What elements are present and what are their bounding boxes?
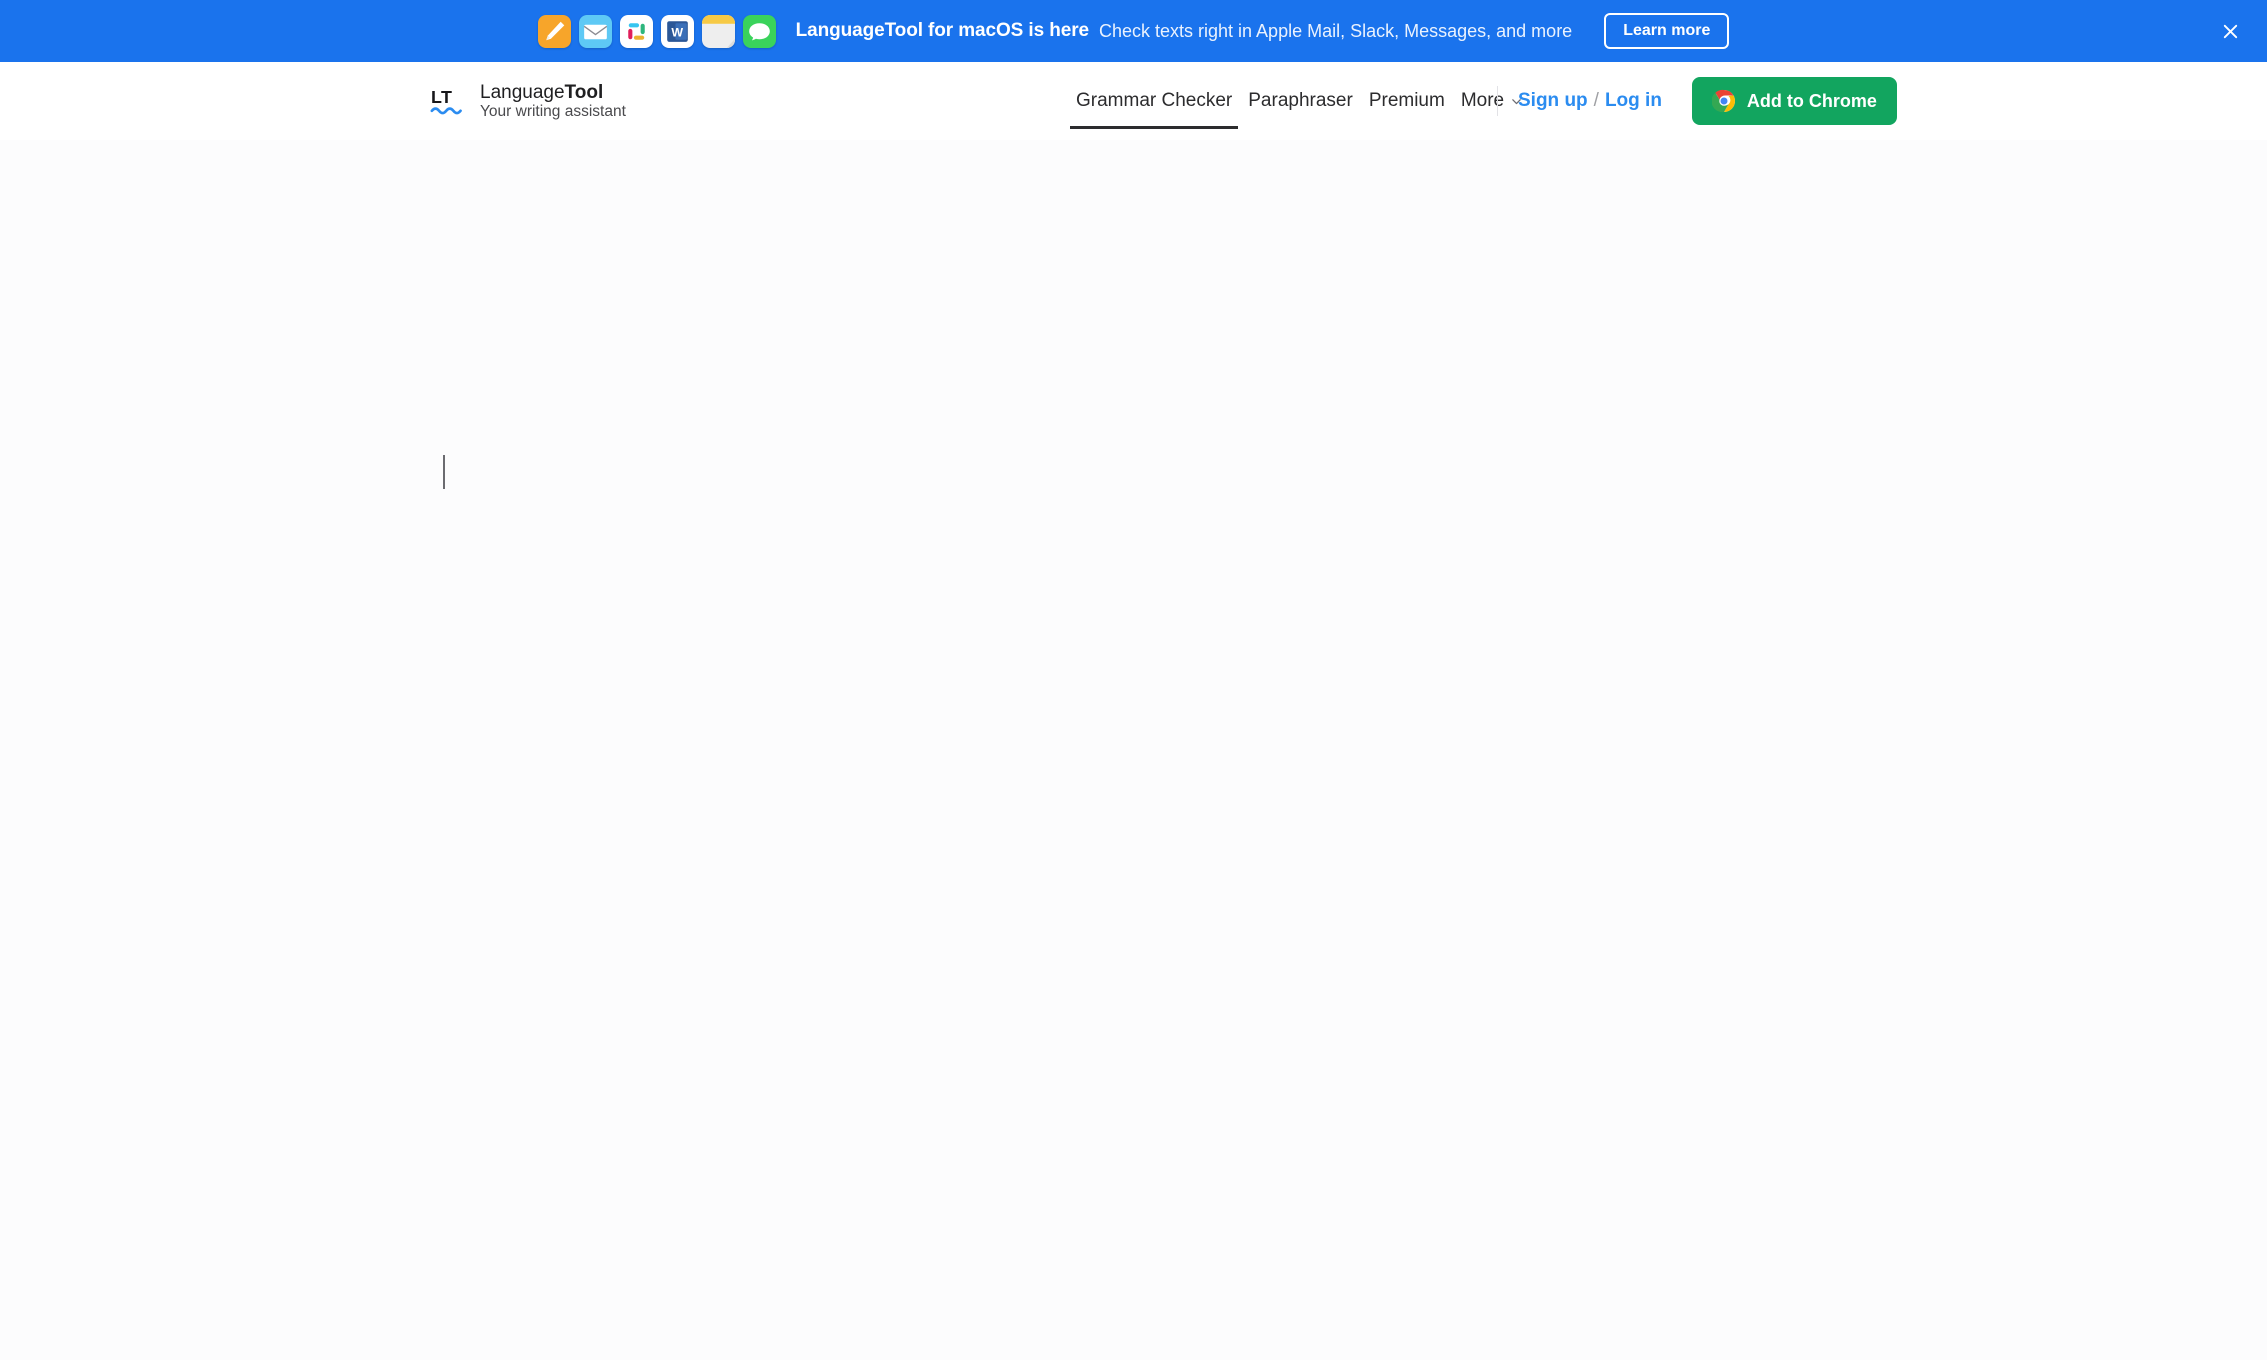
auth-separator: /: [1593, 90, 1599, 111]
learn-more-button[interactable]: Learn more: [1604, 13, 1730, 49]
slack-icon: [619, 14, 653, 48]
brand-name: LanguageTool: [480, 82, 626, 103]
apple-messages-icon: [742, 14, 776, 48]
svg-text:W: W: [671, 25, 683, 39]
auth-area: Sign up / Log in Add to Chrome: [1497, 62, 1897, 140]
main-navigation: Grammar Checker Paraphraser Premium More: [1068, 62, 1528, 140]
svg-text:LT: LT: [431, 87, 452, 107]
brand-tagline: Your writing assistant: [480, 102, 626, 120]
text-caret: [443, 455, 445, 489]
brand-name-bold: Tool: [564, 81, 604, 103]
brand-name-light: Language: [480, 81, 565, 103]
brand-text: LanguageTool Your writing assistant: [480, 82, 626, 121]
apple-notes-icon: [537, 14, 571, 48]
apple-mail-icon: [578, 14, 612, 48]
promo-banner: W LanguageTool for macOS is here Check t…: [0, 0, 2267, 62]
microsoft-word-icon: W: [660, 14, 694, 48]
promo-app-icon-list: W: [537, 14, 776, 48]
chrome-icon: [1711, 89, 1735, 113]
close-icon: [2223, 24, 2237, 38]
nav-item-premium[interactable]: Premium: [1361, 78, 1453, 124]
sign-up-link[interactable]: Sign up: [1518, 90, 1588, 112]
lt-logo-icon: LT: [430, 87, 462, 115]
nav-item-grammar-checker[interactable]: Grammar Checker: [1068, 78, 1240, 129]
stickies-icon: [701, 14, 735, 48]
site-header: LT LanguageTool Your writing assistant G…: [0, 62, 2267, 140]
nav-item-paraphraser[interactable]: Paraphraser: [1240, 78, 1361, 124]
promo-title: LanguageTool for macOS is here: [795, 20, 1089, 41]
banner-close-button[interactable]: [2215, 16, 2245, 46]
promo-banner-content: W LanguageTool for macOS is here Check t…: [537, 13, 1730, 49]
text-editor[interactable]: [0, 140, 2267, 1360]
log-in-link[interactable]: Log in: [1605, 90, 1662, 112]
header-divider: [1497, 86, 1498, 116]
promo-subtitle: Check texts right in Apple Mail, Slack, …: [1098, 20, 1573, 41]
add-to-chrome-label: Add to Chrome: [1746, 90, 1877, 111]
add-to-chrome-button[interactable]: Add to Chrome: [1691, 77, 1897, 125]
brand-logo[interactable]: LT LanguageTool Your writing assistant: [430, 82, 626, 121]
